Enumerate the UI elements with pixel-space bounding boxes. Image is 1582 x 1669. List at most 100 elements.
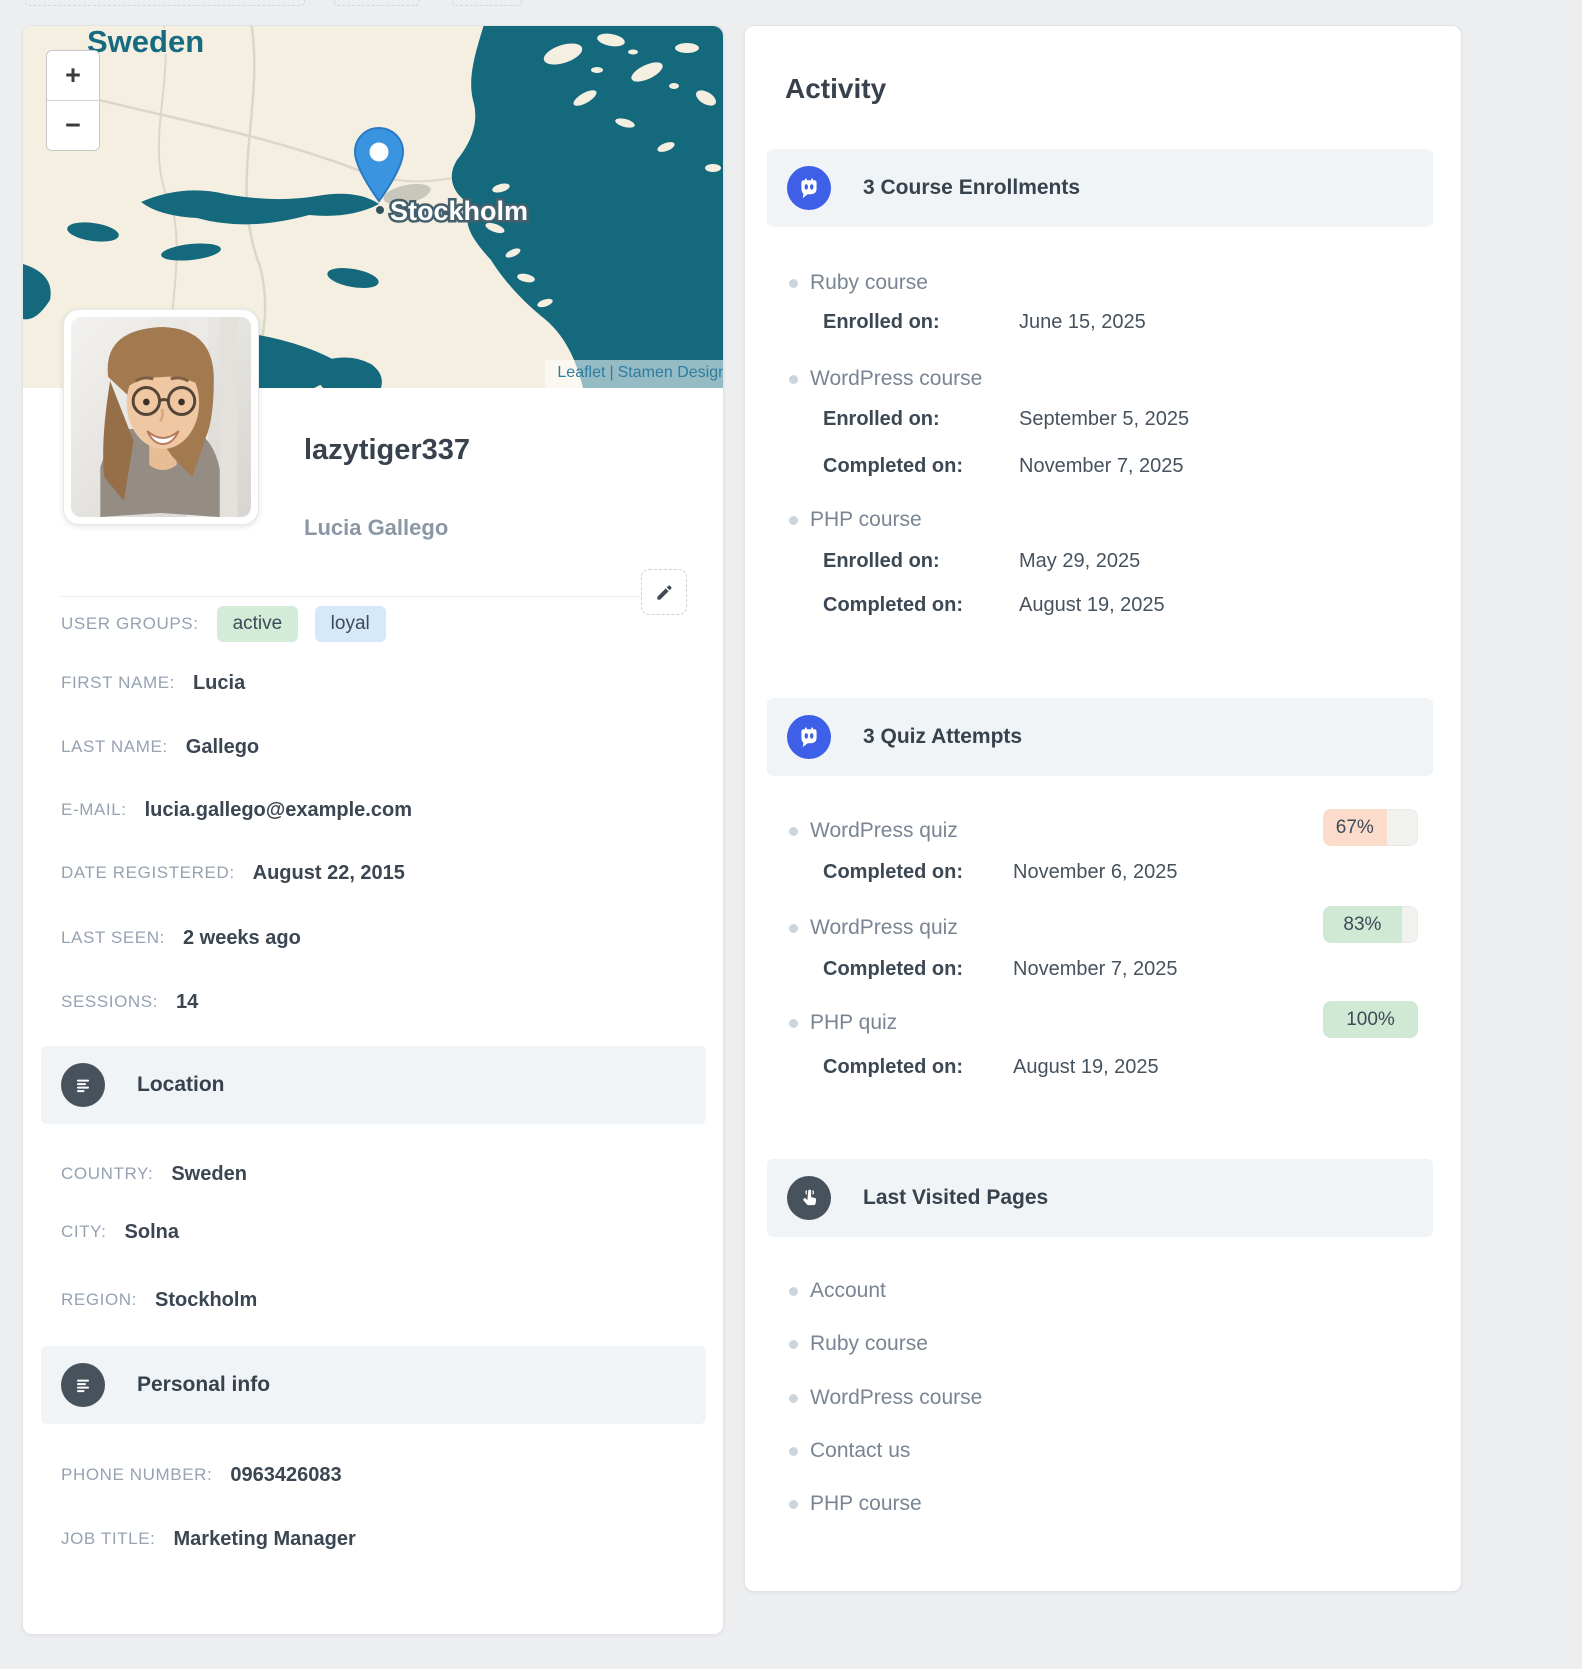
field-row: COUNTRY: Sweden (61, 1153, 685, 1195)
course-name: PHP course (810, 508, 922, 531)
map-zoom-control: + − (46, 50, 100, 151)
user-profile-card: Sweden Stockholm + − Leaflet | Stamen Desi… (22, 25, 724, 1635)
detail-label: Completed on: (823, 1055, 963, 1078)
field-row-user-groups: USER GROUPS: active loyal (61, 603, 685, 645)
field-label: JOB TITLE: (61, 1529, 156, 1548)
detail-value: November 7, 2025 (1013, 957, 1178, 980)
username: lazytiger337 (304, 434, 471, 466)
section-title: 3 Course Enrollments (863, 176, 1081, 199)
list-lines-icon (61, 1363, 105, 1407)
map-attribution: Leaflet | Stamen Design (545, 360, 723, 388)
bullet-dot (789, 826, 798, 836)
field-row: CITY: Solna (61, 1211, 685, 1253)
field-label: DATE REGISTERED: (61, 863, 235, 882)
field-label: USER GROUPS: (61, 614, 199, 633)
quiz-score-value: 83% (1323, 906, 1402, 943)
detail-label: Completed on: (823, 957, 963, 980)
detail-label: Completed on: (823, 454, 963, 477)
quiz-score-value: 100% (1323, 1001, 1418, 1038)
field-value: Lucia (192, 671, 246, 694)
field-row: LAST NAME: Gallego (61, 726, 685, 768)
quiz-score-badge: 83% (1323, 906, 1418, 943)
list-item: PHP course (789, 507, 1421, 533)
top-cropped-chip (334, 0, 419, 6)
detail-row: Completed on: August 19, 2025 (823, 1054, 1421, 1080)
group-badge-active: active (216, 606, 299, 642)
field-value: Marketing Manager (173, 1527, 356, 1550)
bullet-dot (789, 1286, 798, 1296)
field-label: CITY: (61, 1222, 107, 1241)
detail-value: May 29, 2025 (1019, 549, 1141, 572)
field-value: August 22, 2015 (252, 861, 405, 884)
bullet-dot (789, 1339, 798, 1349)
zoom-out-button[interactable]: − (47, 100, 99, 150)
detail-row: Completed on: November 7, 2025 (823, 956, 1421, 982)
detail-row: Completed on: November 6, 2025 (823, 859, 1421, 885)
quiz-name: WordPress quiz (810, 819, 958, 842)
list-item: Contact us (789, 1438, 1421, 1464)
field-row: LAST SEEN: 2 weeks ago (61, 917, 685, 959)
visited-page-name: WordPress course (810, 1386, 983, 1409)
personal-info-section-header: Personal info (41, 1346, 706, 1424)
detail-row: Enrolled on: June 15, 2025 (823, 309, 1421, 335)
pencil-icon (656, 584, 672, 600)
leaflet-link[interactable]: Leaflet (557, 364, 605, 381)
top-cropped-chip (25, 0, 305, 6)
field-row: JOB TITLE: Marketing Manager (61, 1518, 685, 1560)
visited-page-name: PHP course (810, 1492, 922, 1515)
detail-value: November 7, 2025 (1019, 454, 1184, 477)
quiz-name: WordPress quiz (810, 916, 958, 939)
avatar-photo (71, 317, 251, 517)
detail-row: Enrolled on: September 5, 2025 (823, 406, 1421, 432)
detail-label: Enrolled on: (823, 407, 940, 430)
section-title: Personal info (137, 1373, 271, 1396)
user-group-badges: active loyal (216, 606, 398, 642)
quiz-score-badge: 67% (1323, 809, 1418, 846)
divider (61, 596, 686, 597)
full-name: Lucia Gallego (304, 515, 449, 540)
edit-groups-button[interactable] (641, 569, 687, 615)
field-label: SESSIONS: (61, 992, 159, 1011)
field-value: 14 (176, 990, 199, 1013)
bullet-dot (789, 1018, 798, 1028)
course-name: WordPress course (810, 367, 983, 390)
last-visited-section-header: Last Visited Pages (767, 1159, 1433, 1237)
tap-hand-icon (787, 1176, 831, 1220)
quiz-attempts-section-header: 3 Quiz Attempts (767, 698, 1433, 776)
location-section-header: Location (41, 1046, 706, 1124)
bullet-dot (789, 278, 798, 288)
field-label: PHONE NUMBER: (61, 1465, 213, 1484)
field-row: DATE REGISTERED: August 22, 2015 (61, 852, 685, 894)
detail-row: Enrolled on: May 29, 2025 (823, 548, 1421, 574)
city-dot (376, 206, 384, 214)
owl-course-icon (787, 166, 831, 210)
detail-label: Enrolled on: (823, 549, 940, 572)
activity-card: Activity 3 Course Enrollments Ruby cours… (744, 25, 1462, 1592)
detail-value: August 19, 2025 (1013, 1055, 1159, 1078)
field-label: LAST SEEN: (61, 928, 165, 947)
field-label: FIRST NAME: (61, 673, 175, 692)
owl-quiz-icon (787, 715, 831, 759)
field-row: FIRST NAME: Lucia (61, 662, 685, 704)
field-row: E-MAIL: lucia.gallego@example.com (61, 789, 685, 831)
bullet-dot (789, 374, 798, 384)
list-lines-icon (61, 1063, 105, 1107)
field-value: lucia.gallego@example.com (144, 798, 412, 821)
course-name: Ruby course (810, 271, 928, 294)
section-title: 3 Quiz Attempts (863, 725, 1023, 748)
stamen-link[interactable]: Stamen Design (618, 364, 723, 381)
field-value: 2 weeks ago (182, 926, 301, 949)
field-label: E-MAIL: (61, 800, 127, 819)
list-item: Ruby course (789, 270, 1421, 296)
quiz-score-value: 67% (1323, 809, 1387, 846)
zoom-in-button[interactable]: + (47, 51, 99, 100)
section-title: Last Visited Pages (863, 1186, 1049, 1209)
bullet-dot (789, 1393, 798, 1403)
field-row: REGION: Stockholm (61, 1279, 685, 1321)
field-value: Solna (124, 1220, 179, 1243)
detail-value: August 19, 2025 (1019, 593, 1165, 616)
visited-page-name: Ruby course (810, 1332, 928, 1355)
field-label: REGION: (61, 1290, 137, 1309)
top-cropped-chip (452, 0, 522, 6)
attribution-separator: | (609, 364, 614, 381)
